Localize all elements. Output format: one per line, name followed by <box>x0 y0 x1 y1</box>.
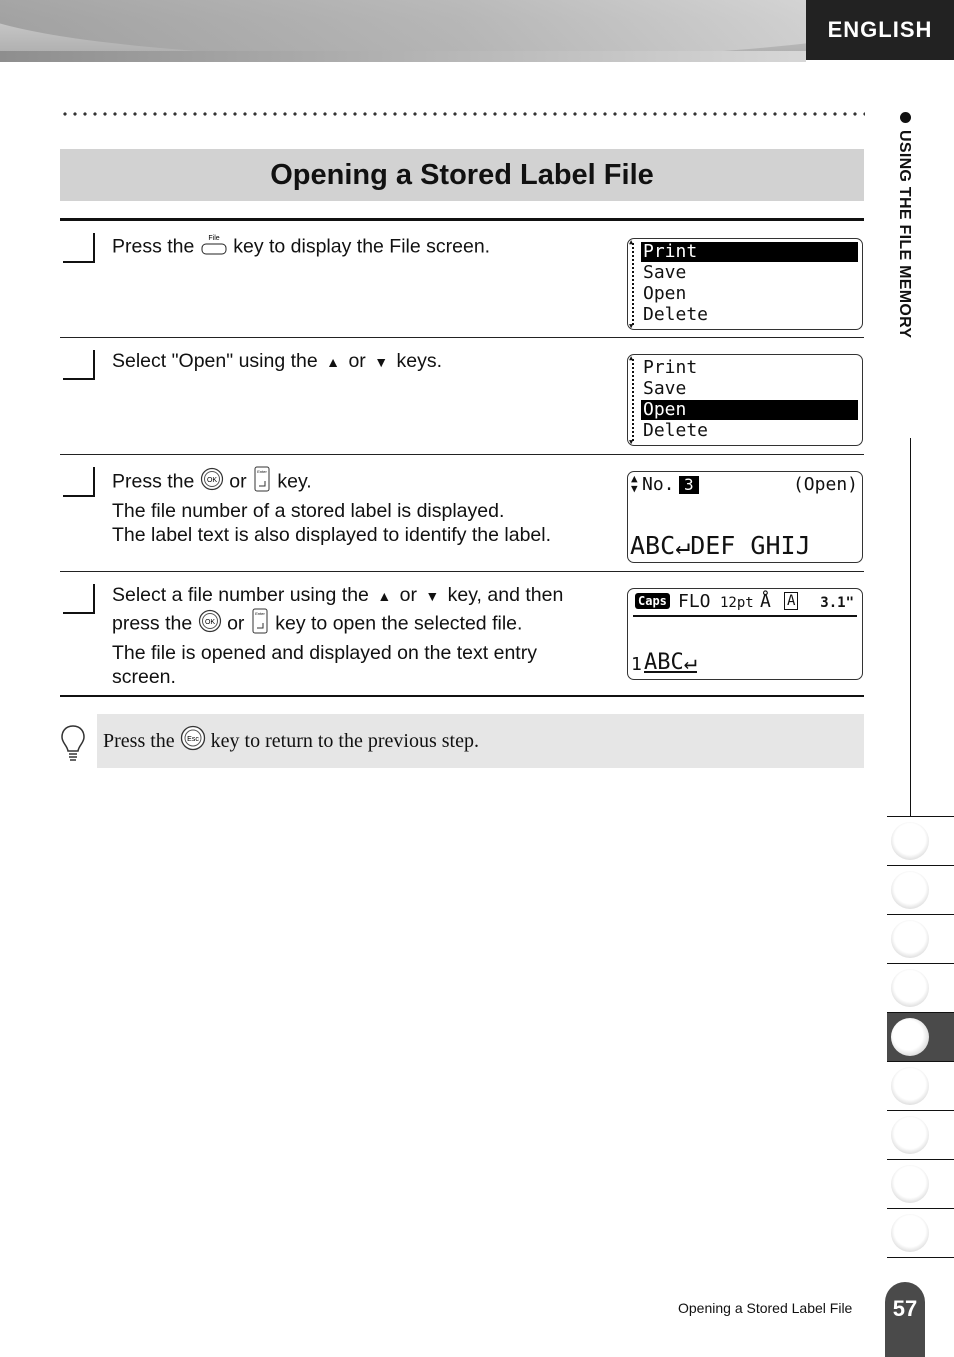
step-4: Select a file number using the ▲ or ▼ ke… <box>60 572 864 697</box>
lcd-text-entry: Caps FLO 12pt Å A 3.1" 1 ABC↵ <box>627 588 863 680</box>
lcd-item-delete: Delete <box>643 304 709 325</box>
tab-circle-icon <box>891 920 929 958</box>
chapter-tab-1[interactable] <box>887 816 954 865</box>
tab-circle-icon <box>891 1214 929 1252</box>
chapter-tab-6[interactable] <box>887 1061 954 1110</box>
up-arrow-key-icon: ▲ <box>377 587 392 604</box>
footer-title: Opening a Stored Label File <box>678 1300 853 1316</box>
svg-text:OK: OK <box>207 477 217 484</box>
down-arrow-key-icon: ▼ <box>374 353 389 370</box>
file-key-icon: File <box>200 232 228 263</box>
step-number-box <box>63 467 95 497</box>
chapter-tab-8[interactable] <box>887 1159 954 1208</box>
header-band <box>0 0 806 62</box>
lcd-item-save: Save <box>643 378 687 399</box>
page-number: 57 <box>885 1282 925 1357</box>
step-2: Select "Open" using the ▲ or ▼ keys. Pri… <box>60 338 864 455</box>
lightbulb-hint-icon <box>60 724 86 767</box>
down-arrow-key-icon: ▼ <box>425 587 440 604</box>
status-underline <box>633 615 857 617</box>
lcd-item-open: Open <box>641 400 858 420</box>
file-number: 3 <box>679 476 699 494</box>
tab-circle-icon <box>891 1165 929 1203</box>
step-1: Press the File key to display the File s… <box>60 221 864 338</box>
entry-text: ABC↵ <box>644 650 697 675</box>
svg-text:Enter: Enter <box>255 611 265 616</box>
svg-text:Enter: Enter <box>257 469 267 474</box>
lcd-file-menu-open: Print Save Open Delete <box>627 354 863 446</box>
chapter-tab-5-active[interactable] <box>887 1012 954 1061</box>
page-title: Opening a Stored Label File <box>60 149 864 201</box>
tab-circle-icon <box>891 1018 929 1056</box>
lcd-item-print: Print <box>643 357 698 378</box>
chapter-tab-4[interactable] <box>887 963 954 1012</box>
scroll-indicator-icon <box>629 239 637 329</box>
chapter-tab-9[interactable] <box>887 1208 954 1258</box>
steps-list: Press the File key to display the File s… <box>60 218 864 697</box>
chapter-tabs <box>887 816 954 1258</box>
step-text: Select a file number using the ▲ or ▼ ke… <box>112 584 564 689</box>
tab-circle-icon <box>891 1067 929 1105</box>
lcd-item-save: Save <box>643 262 687 283</box>
tab-circle-icon <box>891 822 929 860</box>
step-number-box <box>63 350 95 380</box>
ok-key-icon: OK <box>200 467 224 498</box>
svg-text:OK: OK <box>205 619 215 626</box>
svg-text:File: File <box>208 235 219 242</box>
lcd-item-open: Open <box>643 283 687 304</box>
section-label: USING THE FILE MEMORY <box>896 130 913 339</box>
step-number-box <box>63 233 95 263</box>
hint-box: Press the Esc key to return to the previ… <box>97 714 864 768</box>
lcd-item-print: Print <box>641 242 858 262</box>
step-text: Select "Open" using the ▲ or ▼ keys. <box>112 349 612 374</box>
lcd-item-delete: Delete <box>643 420 709 441</box>
line-number: 1 <box>631 654 642 675</box>
side-rule <box>910 438 911 816</box>
lcd-file-menu: Print Save Open Delete <box>627 238 863 330</box>
section-bullet-icon <box>900 112 911 123</box>
step-text: Press the OK or Enter key. The file numb… <box>112 466 612 548</box>
step-3: Press the OK or Enter key. The file numb… <box>60 455 864 572</box>
scroll-indicator-icon <box>629 355 637 445</box>
style-outline-icon: Å <box>760 591 771 612</box>
caps-indicator: Caps <box>635 593 670 609</box>
chapter-tab-2[interactable] <box>887 865 954 914</box>
tab-circle-icon <box>891 1116 929 1154</box>
step-text: Press the File key to display the File s… <box>112 232 612 263</box>
chapter-tab-3[interactable] <box>887 914 954 963</box>
tab-circle-icon <box>891 871 929 909</box>
up-arrow-key-icon: ▲ <box>326 353 341 370</box>
enter-key-icon: Enter <box>252 466 272 499</box>
chapter-tab-7[interactable] <box>887 1110 954 1159</box>
lcd-open-file: ▲ ▼ No. 3 (Open) ABC↵DEF GHIJ <box>627 471 863 563</box>
tab-circle-icon <box>891 969 929 1007</box>
dotted-divider <box>60 112 865 116</box>
language-tab: ENGLISH <box>806 0 954 60</box>
frame-icon: A <box>784 592 799 610</box>
enter-key-icon: Enter <box>250 608 270 641</box>
ok-key-icon: OK <box>198 609 222 640</box>
step-number-box <box>63 584 95 614</box>
label-text: ABC↵DEF GHIJ <box>630 531 811 560</box>
svg-text:Esc: Esc <box>187 736 199 743</box>
up-down-arrow-icon: ▲ ▼ <box>631 472 638 495</box>
esc-key-icon: Esc <box>180 725 206 757</box>
